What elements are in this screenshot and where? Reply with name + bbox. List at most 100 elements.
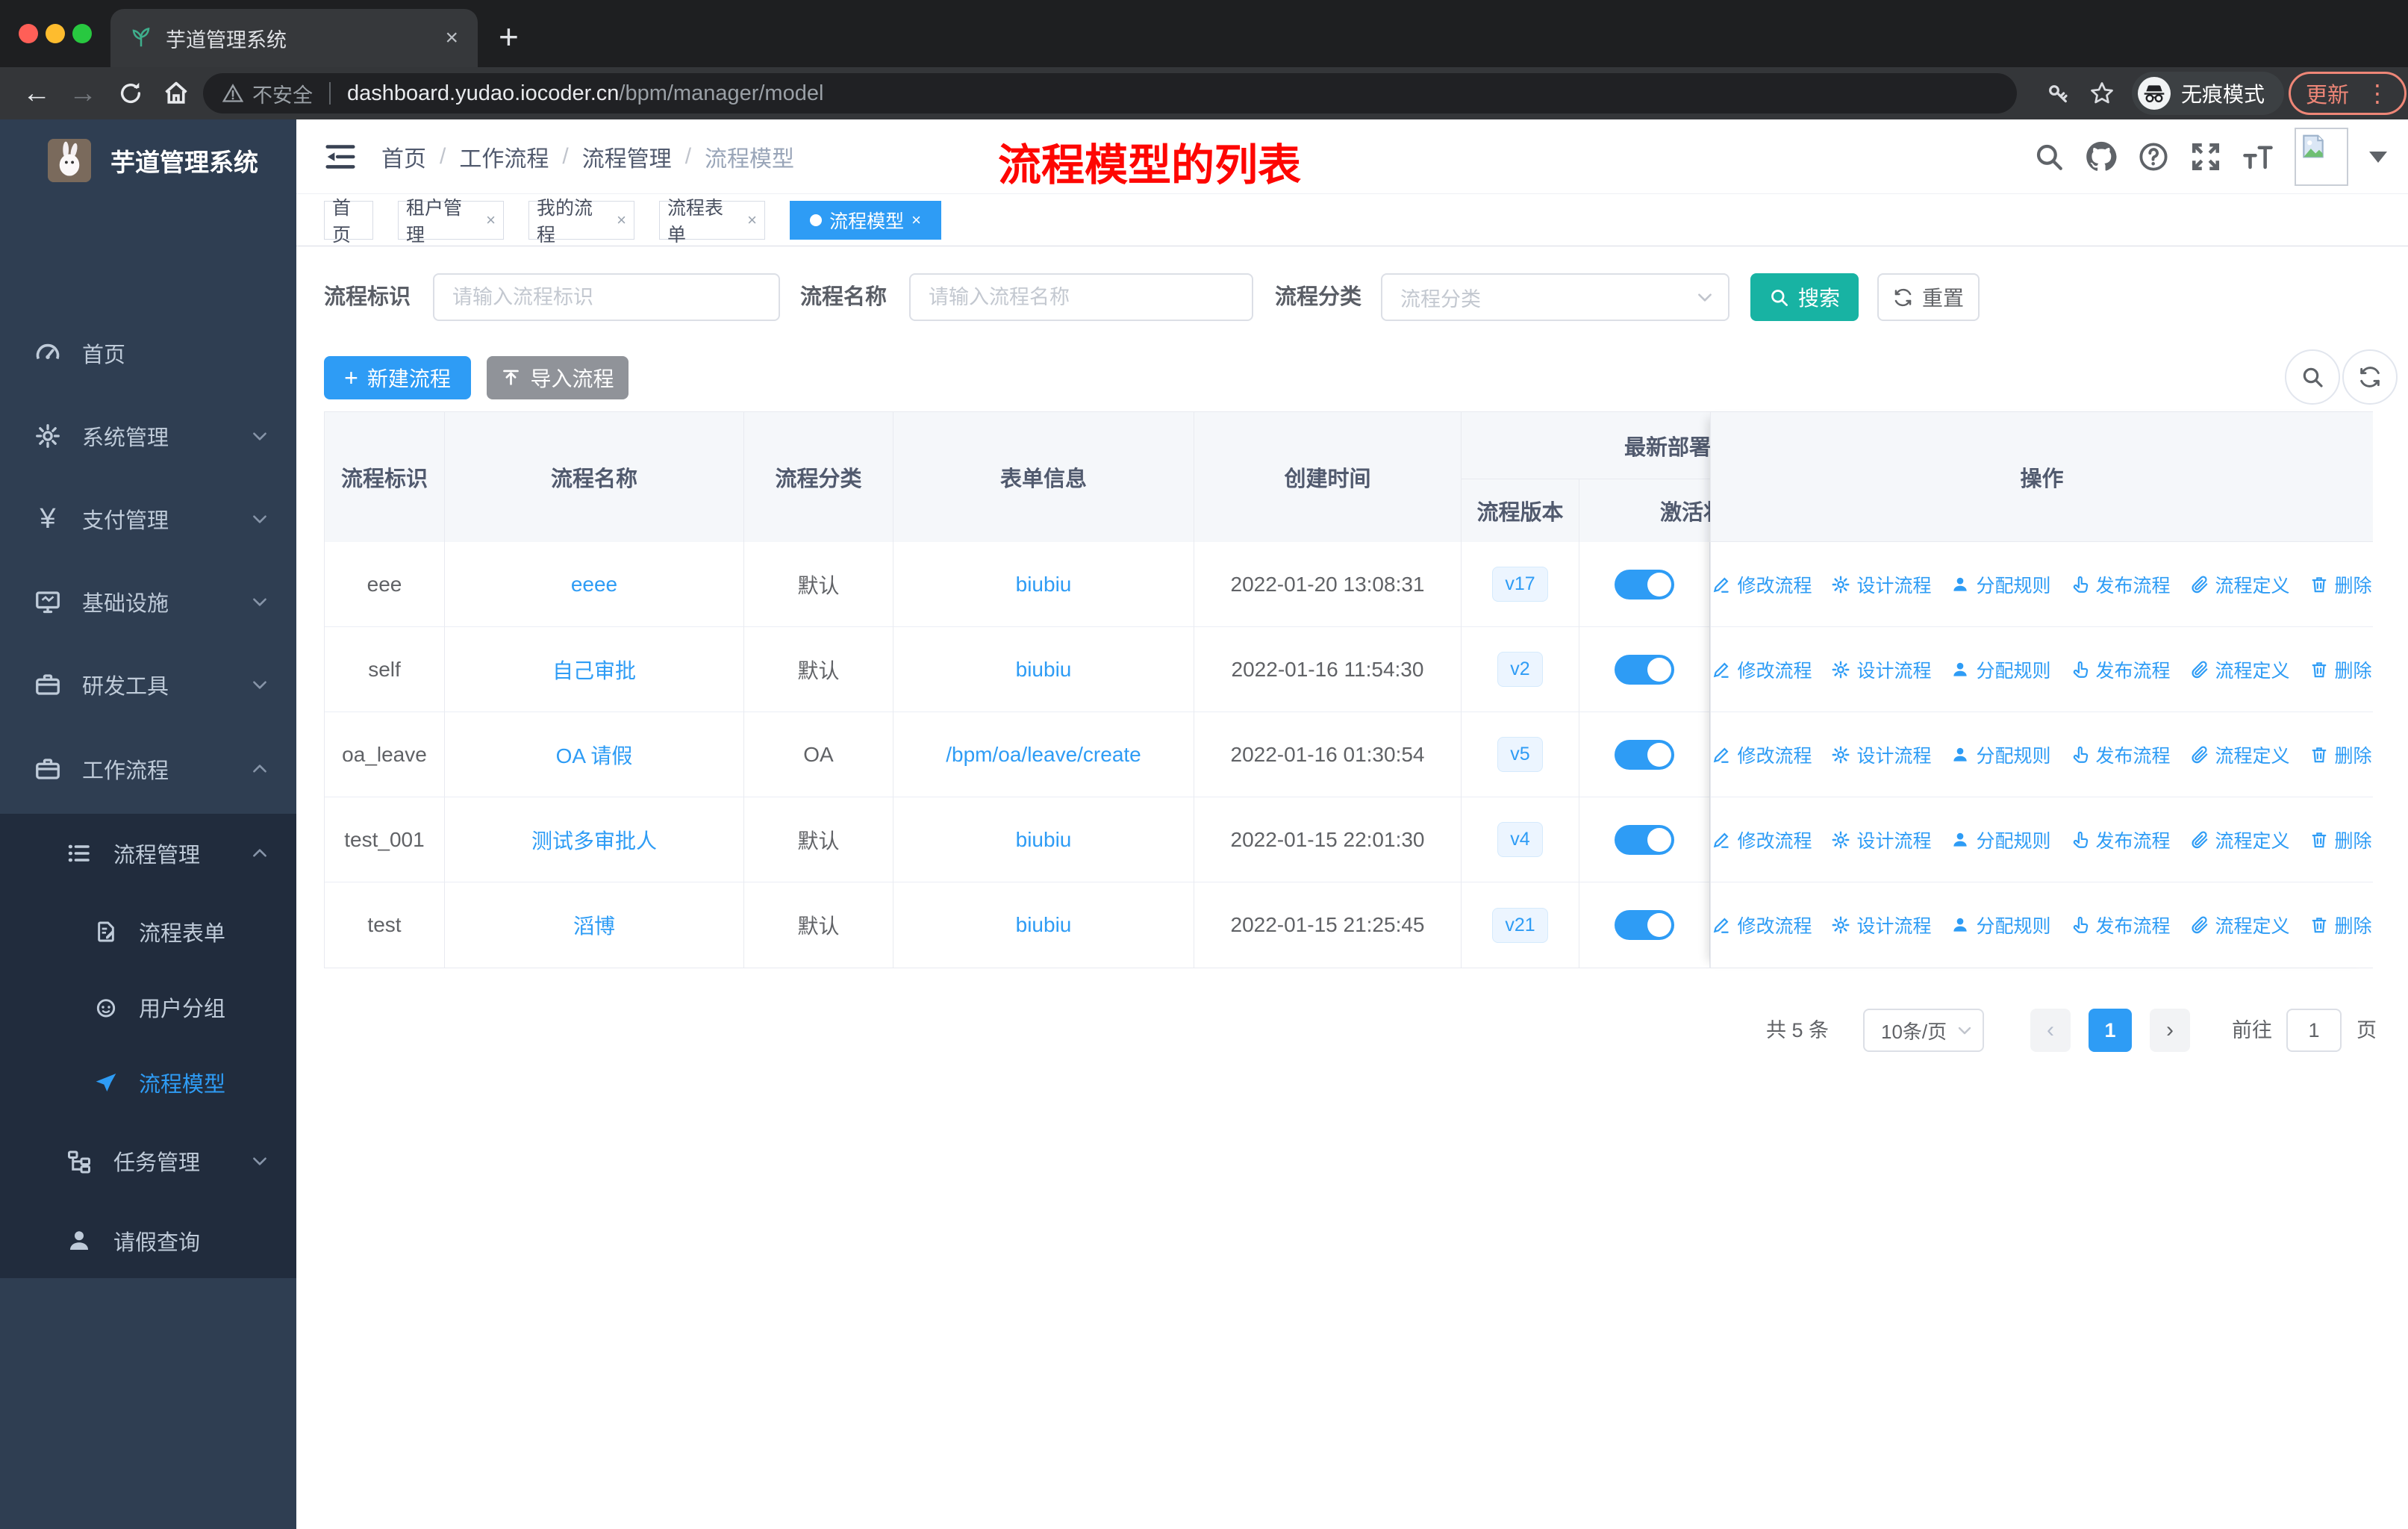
- sidebar-item-infra[interactable]: 基础设施: [0, 567, 296, 636]
- publish-process-link[interactable]: 发布流程: [2071, 826, 2171, 853]
- design-process-link[interactable]: 设计流程: [1831, 571, 1931, 598]
- design-process-link[interactable]: 设计流程: [1831, 656, 1931, 683]
- address-bar[interactable]: 不安全 dashboard.yudao.iocoder.cn/bpm/manag…: [203, 73, 2017, 113]
- edit-process-link[interactable]: 修改流程: [1712, 656, 1812, 683]
- active-toggle[interactable]: [1615, 569, 1674, 600]
- search-icon[interactable]: [2033, 141, 2065, 172]
- sidebar-item-system[interactable]: 系统管理: [0, 402, 296, 470]
- process-name-link[interactable]: 自己审批: [552, 655, 636, 685]
- process-name-link[interactable]: eeee: [571, 573, 617, 597]
- assign-rule-link[interactable]: 分配规则: [1950, 656, 2051, 683]
- assign-rule-link[interactable]: 分配规则: [1950, 826, 2051, 853]
- publish-process-link[interactable]: 发布流程: [2071, 912, 2171, 938]
- process-definition-link[interactable]: 流程定义: [2190, 826, 2290, 853]
- sidebar-item-workflow[interactable]: 工作流程: [0, 735, 296, 803]
- form-info-link[interactable]: biubiu: [1016, 658, 1072, 682]
- create-process-button[interactable]: + 新建流程: [324, 356, 471, 399]
- tag-tenant[interactable]: 租户管理 ×: [398, 198, 504, 246]
- active-toggle[interactable]: [1615, 654, 1674, 685]
- assign-rule-link[interactable]: 分配规则: [1950, 571, 2051, 598]
- browser-update-button[interactable]: 更新 ⋮: [2289, 72, 2407, 115]
- github-icon[interactable]: [2086, 141, 2117, 172]
- breadcrumb-home[interactable]: 首页: [381, 140, 426, 173]
- active-toggle[interactable]: [1615, 739, 1674, 770]
- close-icon[interactable]: ×: [486, 211, 496, 230]
- import-process-button[interactable]: 导入流程: [487, 356, 628, 399]
- breadcrumb-workflow[interactable]: 工作流程: [459, 140, 549, 173]
- form-info-link[interactable]: /bpm/oa/leave/create: [946, 743, 1141, 767]
- design-process-link[interactable]: 设计流程: [1831, 826, 1931, 853]
- browser-tab[interactable]: 芋道管理系统 ×: [110, 9, 478, 67]
- tab-close-icon[interactable]: ×: [445, 25, 458, 51]
- sidebar-logo[interactable]: 芋道管理系统: [0, 119, 296, 202]
- form-info-link[interactable]: biubiu: [1016, 573, 1072, 597]
- back-button[interactable]: ←: [22, 67, 51, 119]
- edit-process-link[interactable]: 修改流程: [1712, 826, 1812, 853]
- sidebar-item-devtools[interactable]: 研发工具: [0, 650, 296, 719]
- delete-link[interactable]: 删除: [2309, 741, 2372, 768]
- delete-link[interactable]: 删除: [2309, 826, 2372, 853]
- form-info-link[interactable]: biubiu: [1016, 913, 1072, 937]
- sidebar-collapse-icon[interactable]: [323, 140, 358, 174]
- font-size-icon[interactable]: [2242, 141, 2274, 172]
- bookmark-star-icon[interactable]: [2089, 80, 2115, 107]
- delete-link[interactable]: 删除: [2309, 656, 2372, 683]
- active-toggle[interactable]: [1615, 910, 1674, 940]
- form-info-link[interactable]: biubiu: [1016, 828, 1072, 852]
- page-number-1[interactable]: 1: [2089, 1009, 2132, 1052]
- close-icon[interactable]: ×: [617, 211, 626, 230]
- version-badge[interactable]: v5: [1497, 737, 1543, 772]
- sidebar-item-task-manage[interactable]: 任务管理: [0, 1127, 296, 1195]
- process-definition-link[interactable]: 流程定义: [2190, 571, 2290, 598]
- version-badge[interactable]: v2: [1497, 652, 1543, 687]
- sidebar-item-process-form[interactable]: 流程表单: [0, 897, 296, 966]
- design-process-link[interactable]: 设计流程: [1831, 912, 1931, 938]
- reset-button[interactable]: 重置: [1877, 273, 1980, 321]
- refresh-table-button[interactable]: [2342, 349, 2398, 405]
- prev-page-button[interactable]: ‹: [2030, 1009, 2071, 1052]
- tag-process-model[interactable]: 流程模型 ×: [790, 201, 941, 240]
- sidebar-item-process-model[interactable]: 流程模型: [0, 1048, 296, 1117]
- delete-link[interactable]: 删除: [2309, 912, 2372, 938]
- sidebar-item-payment[interactable]: ¥ 支付管理: [0, 485, 296, 553]
- home-button[interactable]: [163, 80, 190, 107]
- version-badge[interactable]: v21: [1492, 907, 1548, 943]
- forward-button[interactable]: →: [69, 67, 97, 119]
- publish-process-link[interactable]: 发布流程: [2071, 571, 2171, 598]
- caret-down-icon[interactable]: [2369, 151, 2387, 163]
- tag-home[interactable]: 首页: [324, 198, 373, 246]
- delete-link[interactable]: 删除: [2309, 571, 2372, 598]
- design-process-link[interactable]: 设计流程: [1831, 741, 1931, 768]
- next-page-button[interactable]: ›: [2150, 1009, 2190, 1052]
- sidebar-item-home[interactable]: 首页: [0, 319, 296, 387]
- goto-page-input[interactable]: [2286, 1009, 2342, 1052]
- help-icon[interactable]: [2138, 141, 2169, 172]
- close-icon[interactable]: ×: [911, 211, 921, 230]
- version-badge[interactable]: v17: [1492, 567, 1548, 602]
- fullscreen-icon[interactable]: [2190, 141, 2221, 172]
- process-name-link[interactable]: 测试多审批人: [531, 825, 657, 855]
- search-button[interactable]: 搜索: [1750, 273, 1859, 321]
- process-name-link[interactable]: OA 请假: [556, 740, 633, 770]
- sidebar-item-user-group[interactable]: 用户分组: [0, 973, 296, 1041]
- reload-button[interactable]: [118, 81, 143, 106]
- show-search-toggle-button[interactable]: [2285, 349, 2340, 405]
- sidebar-item-leave-query[interactable]: 请假查询: [0, 1206, 296, 1275]
- edit-process-link[interactable]: 修改流程: [1712, 571, 1812, 598]
- process-name-link[interactable]: 滔博: [573, 910, 615, 940]
- process-key-input[interactable]: [433, 273, 780, 321]
- user-avatar[interactable]: [2295, 128, 2348, 186]
- close-icon[interactable]: ×: [747, 211, 757, 230]
- window-close-button[interactable]: [19, 24, 38, 43]
- edit-process-link[interactable]: 修改流程: [1712, 912, 1812, 938]
- active-toggle[interactable]: [1615, 824, 1674, 855]
- publish-process-link[interactable]: 发布流程: [2071, 656, 2171, 683]
- publish-process-link[interactable]: 发布流程: [2071, 741, 2171, 768]
- process-definition-link[interactable]: 流程定义: [2190, 656, 2290, 683]
- tag-my-process[interactable]: 我的流程 ×: [528, 198, 634, 246]
- window-zoom-button[interactable]: [72, 24, 92, 43]
- version-badge[interactable]: v4: [1497, 822, 1543, 857]
- key-icon[interactable]: [2047, 81, 2071, 105]
- process-definition-link[interactable]: 流程定义: [2190, 741, 2290, 768]
- window-minimize-button[interactable]: [46, 24, 65, 43]
